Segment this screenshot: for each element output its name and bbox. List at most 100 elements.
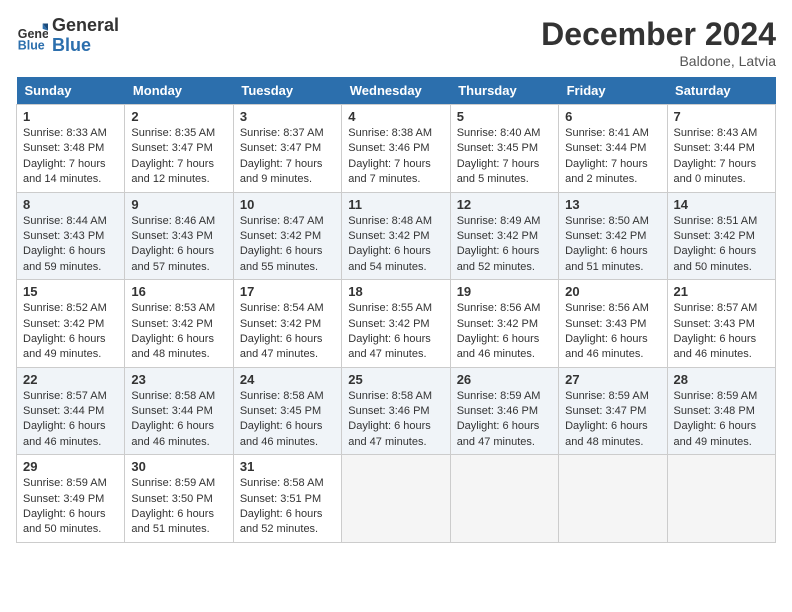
day-number: 19 xyxy=(457,284,552,299)
day-info: Sunrise: 8:57 AMSunset: 3:43 PMDaylight:… xyxy=(674,302,758,360)
day-info: Sunrise: 8:46 AMSunset: 3:43 PMDaylight:… xyxy=(131,215,215,273)
day-info: Sunrise: 8:59 AMSunset: 3:46 PMDaylight:… xyxy=(457,390,541,448)
day-info: Sunrise: 8:35 AMSunset: 3:47 PMDaylight:… xyxy=(131,127,215,185)
calendar-week-4: 22Sunrise: 8:57 AMSunset: 3:44 PMDayligh… xyxy=(17,367,776,455)
header-tuesday: Tuesday xyxy=(233,77,341,105)
day-number: 29 xyxy=(23,459,118,474)
day-number: 20 xyxy=(565,284,660,299)
calendar-table: SundayMondayTuesdayWednesdayThursdayFrid… xyxy=(16,77,776,543)
calendar-cell: 5 Sunrise: 8:40 AMSunset: 3:45 PMDaylight… xyxy=(450,105,558,193)
day-info: Sunrise: 8:41 AMSunset: 3:44 PMDaylight:… xyxy=(565,127,649,185)
day-number: 11 xyxy=(348,197,443,212)
day-info: Sunrise: 8:58 AMSunset: 3:44 PMDaylight:… xyxy=(131,390,215,448)
calendar-cell: 31 Sunrise: 8:58 AMSunset: 3:51 PMDayligh… xyxy=(233,455,341,543)
day-number: 6 xyxy=(565,109,660,124)
day-number: 7 xyxy=(674,109,769,124)
day-info: Sunrise: 8:44 AMSunset: 3:43 PMDaylight:… xyxy=(23,215,107,273)
day-info: Sunrise: 8:59 AMSunset: 3:49 PMDaylight:… xyxy=(23,477,107,535)
day-number: 8 xyxy=(23,197,118,212)
calendar-cell: 30 Sunrise: 8:59 AMSunset: 3:50 PMDayligh… xyxy=(125,455,233,543)
calendar-cell: 21 Sunrise: 8:57 AMSunset: 3:43 PMDayligh… xyxy=(667,280,775,368)
calendar-cell: 25Sunrise: 8:58 AMSunset: 3:46 PMDayligh… xyxy=(342,367,450,455)
day-info: Sunrise: 8:56 AMSunset: 3:43 PMDaylight:… xyxy=(565,302,649,360)
calendar-cell: 4 Sunrise: 8:38 AMSunset: 3:46 PMDaylight… xyxy=(342,105,450,193)
calendar-cell: 17 Sunrise: 8:54 AMSunset: 3:42 PMDayligh… xyxy=(233,280,341,368)
calendar-cell: 6 Sunrise: 8:41 AMSunset: 3:44 PMDaylight… xyxy=(559,105,667,193)
day-info: Sunrise: 8:40 AMSunset: 3:45 PMDaylight:… xyxy=(457,127,541,185)
calendar-cell: 16Sunrise: 8:53 AMSunset: 3:42 PMDayligh… xyxy=(125,280,233,368)
day-number: 31 xyxy=(240,459,335,474)
calendar-cell: 15 Sunrise: 8:52 AMSunset: 3:42 PMDayligh… xyxy=(17,280,125,368)
calendar-cell: 10 Sunrise: 8:47 AMSunset: 3:42 PMDayligh… xyxy=(233,192,341,280)
day-info: Sunrise: 8:54 AMSunset: 3:42 PMDaylight:… xyxy=(240,302,324,360)
header-wednesday: Wednesday xyxy=(342,77,450,105)
calendar-cell: 24 Sunrise: 8:58 AMSunset: 3:45 PMDayligh… xyxy=(233,367,341,455)
calendar-cell: 27Sunrise: 8:59 AMSunset: 3:47 PMDayligh… xyxy=(559,367,667,455)
day-number: 9 xyxy=(131,197,226,212)
day-number: 2 xyxy=(131,109,226,124)
calendar-cell: 9 Sunrise: 8:46 AMSunset: 3:43 PMDaylight… xyxy=(125,192,233,280)
day-info: Sunrise: 8:58 AMSunset: 3:51 PMDaylight:… xyxy=(240,477,324,535)
day-number: 10 xyxy=(240,197,335,212)
day-info: Sunrise: 8:33 AMSunset: 3:48 PMDaylight:… xyxy=(23,127,107,185)
day-info: Sunrise: 8:38 AMSunset: 3:46 PMDaylight:… xyxy=(348,127,432,185)
day-info: Sunrise: 8:59 AMSunset: 3:48 PMDaylight:… xyxy=(674,390,758,448)
calendar-cell xyxy=(342,455,450,543)
calendar-cell xyxy=(559,455,667,543)
header-saturday: Saturday xyxy=(667,77,775,105)
calendar-cell: 19 Sunrise: 8:56 AMSunset: 3:42 PMDayligh… xyxy=(450,280,558,368)
calendar-cell xyxy=(667,455,775,543)
calendar-cell: 2 Sunrise: 8:35 AMSunset: 3:47 PMDaylight… xyxy=(125,105,233,193)
day-info: Sunrise: 8:58 AMSunset: 3:45 PMDaylight:… xyxy=(240,390,324,448)
title-block: December 2024 Baldone, Latvia xyxy=(541,16,776,69)
day-info: Sunrise: 8:47 AMSunset: 3:42 PMDaylight:… xyxy=(240,215,324,273)
day-number: 1 xyxy=(23,109,118,124)
day-number: 21 xyxy=(674,284,769,299)
day-number: 30 xyxy=(131,459,226,474)
svg-text:Blue: Blue xyxy=(18,38,45,52)
calendar-week-3: 15 Sunrise: 8:52 AMSunset: 3:42 PMDayligh… xyxy=(17,280,776,368)
logo-text: General Blue xyxy=(52,16,119,56)
location: Baldone, Latvia xyxy=(541,53,776,69)
logo-icon: General Blue xyxy=(16,20,48,52)
day-number: 28 xyxy=(674,372,769,387)
calendar-cell: 1 Sunrise: 8:33 AMSunset: 3:48 PMDaylight… xyxy=(17,105,125,193)
calendar-cell: 18Sunrise: 8:55 AMSunset: 3:42 PMDayligh… xyxy=(342,280,450,368)
day-info: Sunrise: 8:37 AMSunset: 3:47 PMDaylight:… xyxy=(240,127,324,185)
logo: General Blue General Blue xyxy=(16,16,119,56)
day-number: 26 xyxy=(457,372,552,387)
header-thursday: Thursday xyxy=(450,77,558,105)
day-number: 24 xyxy=(240,372,335,387)
day-info: Sunrise: 8:49 AMSunset: 3:42 PMDaylight:… xyxy=(457,215,541,273)
calendar-week-1: 1 Sunrise: 8:33 AMSunset: 3:48 PMDaylight… xyxy=(17,105,776,193)
header-monday: Monday xyxy=(125,77,233,105)
day-number: 18 xyxy=(348,284,443,299)
day-info: Sunrise: 8:51 AMSunset: 3:42 PMDaylight:… xyxy=(674,215,758,273)
calendar-cell: 22Sunrise: 8:57 AMSunset: 3:44 PMDayligh… xyxy=(17,367,125,455)
calendar-cell xyxy=(450,455,558,543)
day-info: Sunrise: 8:53 AMSunset: 3:42 PMDaylight:… xyxy=(131,302,215,360)
calendar-cell: 29 Sunrise: 8:59 AMSunset: 3:49 PMDayligh… xyxy=(17,455,125,543)
day-number: 4 xyxy=(348,109,443,124)
calendar-week-2: 8 Sunrise: 8:44 AMSunset: 3:43 PMDaylight… xyxy=(17,192,776,280)
day-number: 5 xyxy=(457,109,552,124)
calendar-cell: 12 Sunrise: 8:49 AMSunset: 3:42 PMDayligh… xyxy=(450,192,558,280)
day-info: Sunrise: 8:52 AMSunset: 3:42 PMDaylight:… xyxy=(23,302,107,360)
calendar-cell: 7Sunrise: 8:43 AMSunset: 3:44 PMDaylight… xyxy=(667,105,775,193)
calendar-cell: 20 Sunrise: 8:56 AMSunset: 3:43 PMDayligh… xyxy=(559,280,667,368)
page-header: General Blue General Blue December 2024 … xyxy=(16,16,776,69)
day-info: Sunrise: 8:56 AMSunset: 3:42 PMDaylight:… xyxy=(457,302,541,360)
day-number: 14 xyxy=(674,197,769,212)
calendar-cell: 26 Sunrise: 8:59 AMSunset: 3:46 PMDayligh… xyxy=(450,367,558,455)
day-info: Sunrise: 8:59 AMSunset: 3:50 PMDaylight:… xyxy=(131,477,215,535)
day-info: Sunrise: 8:50 AMSunset: 3:42 PMDaylight:… xyxy=(565,215,649,273)
day-number: 12 xyxy=(457,197,552,212)
header-friday: Friday xyxy=(559,77,667,105)
day-number: 23 xyxy=(131,372,226,387)
day-info: Sunrise: 8:48 AMSunset: 3:42 PMDaylight:… xyxy=(348,215,432,273)
day-info: Sunrise: 8:57 AMSunset: 3:44 PMDaylight:… xyxy=(23,390,107,448)
day-number: 15 xyxy=(23,284,118,299)
day-number: 17 xyxy=(240,284,335,299)
header-sunday: Sunday xyxy=(17,77,125,105)
calendar-cell: 13Sunrise: 8:50 AMSunset: 3:42 PMDayligh… xyxy=(559,192,667,280)
